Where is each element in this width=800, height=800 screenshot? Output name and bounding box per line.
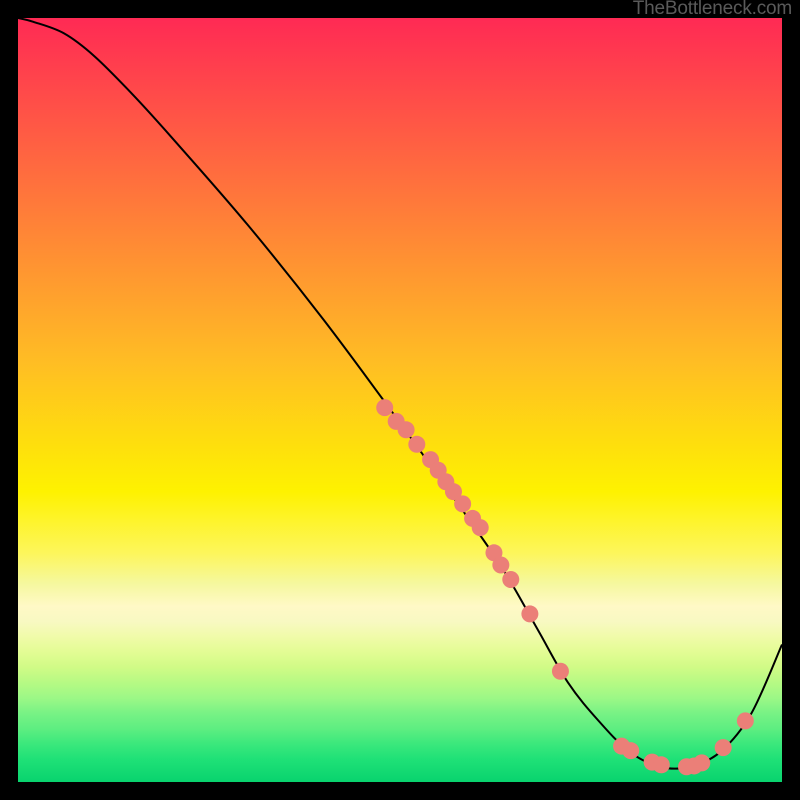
data-marker [398,421,415,438]
data-marker [408,436,425,453]
data-marker [492,557,509,574]
chart-frame: TheBottleneck.com [0,0,800,800]
data-marker [653,756,670,773]
data-marker [622,742,639,759]
data-marker [502,571,519,588]
attribution-label: TheBottleneck.com [633,0,792,20]
data-marker [454,495,471,512]
data-marker [521,605,538,622]
data-marker [693,754,710,771]
data-marker [715,739,732,756]
data-marker [552,663,569,680]
gradient-background [18,18,782,782]
data-marker [376,399,393,416]
data-marker [737,712,754,729]
data-marker [472,519,489,536]
plot-area [18,18,782,782]
chart-svg [18,18,782,782]
